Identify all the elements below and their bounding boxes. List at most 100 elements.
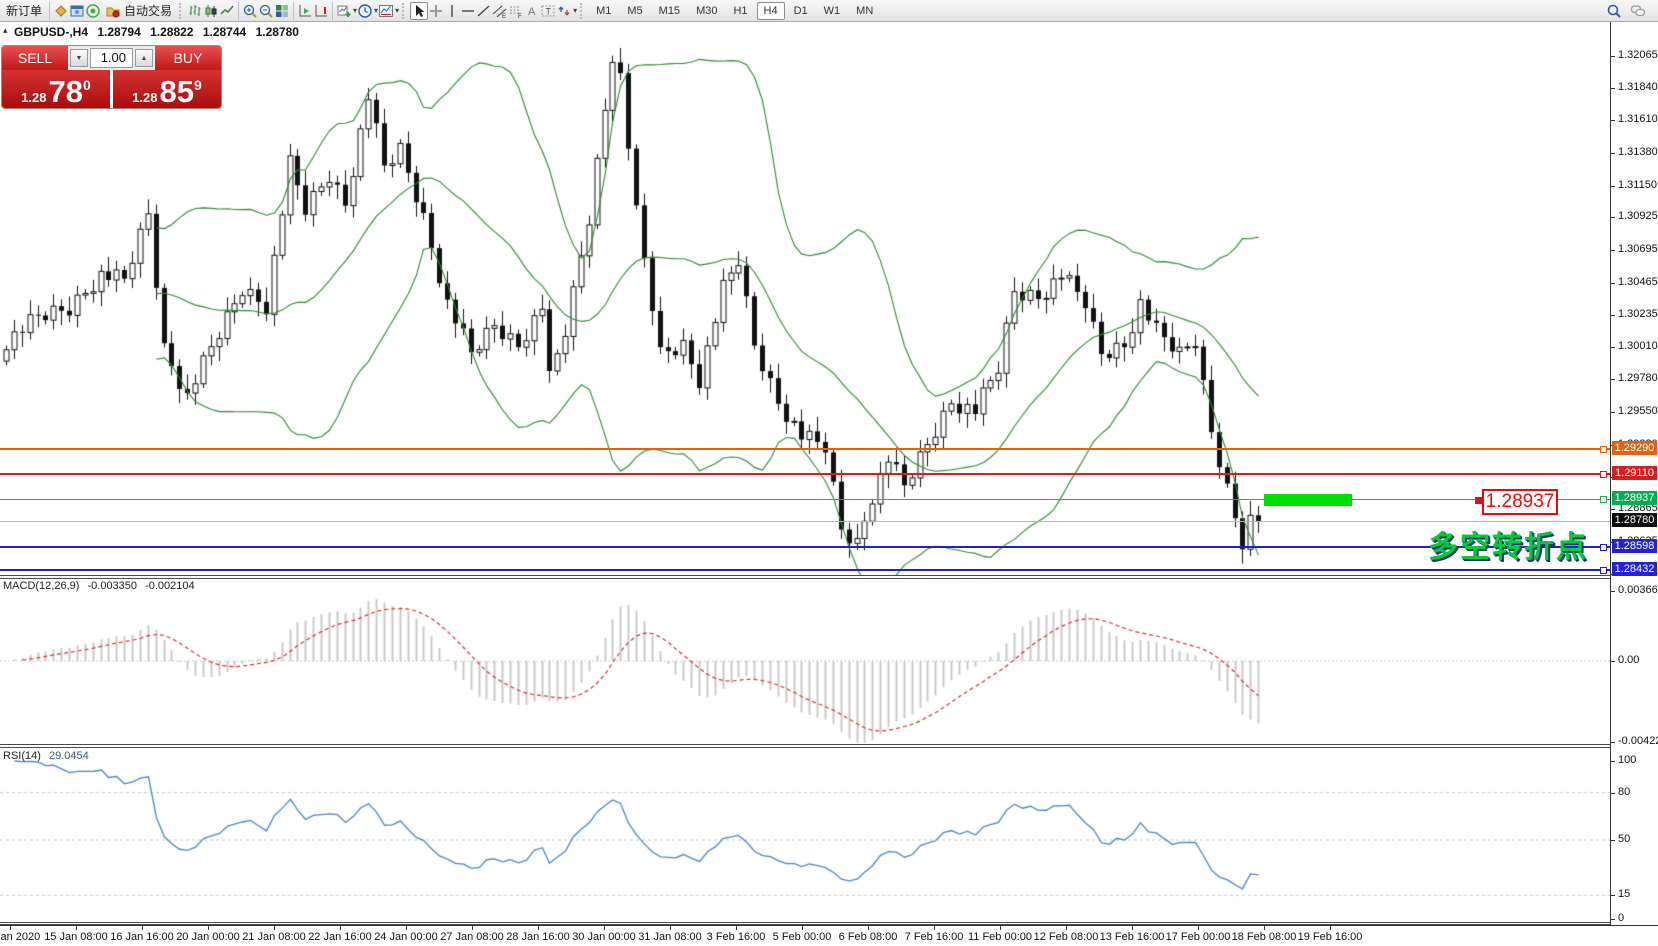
bookmark-icon[interactable] bbox=[53, 3, 69, 19]
new-order-button[interactable]: 新订单 bbox=[2, 2, 46, 20]
macd-name: MACD(12,26,9) bbox=[3, 580, 79, 592]
price-tick bbox=[1611, 379, 1615, 380]
horizontal-line-tool-icon[interactable] bbox=[460, 3, 476, 19]
arrows-tool-icon[interactable] bbox=[556, 3, 572, 19]
svg-text:E: E bbox=[502, 14, 506, 19]
text-tool-icon[interactable]: A bbox=[524, 3, 540, 19]
price-tick-label: 1.31610 bbox=[1618, 113, 1658, 125]
timeframe-button-h1[interactable]: H1 bbox=[726, 2, 754, 20]
green-highlight-rectangle[interactable] bbox=[1264, 494, 1352, 506]
signal-icon[interactable] bbox=[85, 3, 101, 19]
timeframe-button-mn[interactable]: MN bbox=[849, 2, 880, 20]
trade-panel-controls: SELL ▼ 1.00 ▲ BUY bbox=[2, 46, 221, 70]
price-chart-canvas[interactable] bbox=[0, 22, 1610, 575]
autotrading-label: 自动交易 bbox=[124, 2, 172, 19]
timeframe-group: M1M5M15M30H1H4D1W1MN bbox=[588, 2, 881, 20]
price-tick-label: 1.31840 bbox=[1618, 81, 1658, 93]
macd-pane-canvas[interactable] bbox=[0, 579, 1610, 744]
trendline-tool-icon[interactable] bbox=[476, 3, 492, 19]
rsi-pane-canvas[interactable] bbox=[0, 748, 1610, 923]
search-icon[interactable] bbox=[1606, 3, 1622, 19]
volume-stepper: ▼ 1.00 ▲ bbox=[68, 46, 155, 70]
price-tick-label: 1.30465 bbox=[1618, 276, 1658, 288]
high-value: 1.28822 bbox=[150, 25, 193, 39]
svg-text:A: A bbox=[528, 6, 536, 18]
line-handle-blue-support-1[interactable] bbox=[1600, 544, 1607, 551]
price-line-blue-support-2[interactable] bbox=[0, 569, 1610, 571]
toolbar-right-group bbox=[1606, 3, 1656, 19]
timeframe-button-w1[interactable]: W1 bbox=[817, 2, 848, 20]
bar-chart-type-icon[interactable] bbox=[187, 3, 203, 19]
svg-text:F: F bbox=[518, 14, 522, 19]
callout-anchor-handle[interactable] bbox=[1475, 497, 1482, 504]
price-line-green-pivot[interactable] bbox=[0, 499, 1610, 500]
timeframe-button-h4[interactable]: H4 bbox=[757, 2, 785, 20]
price-tick bbox=[1611, 153, 1615, 154]
line-handle-red-resistance[interactable] bbox=[1600, 471, 1607, 478]
cursor-icon[interactable] bbox=[410, 2, 428, 20]
price-tick-label: 1.30235 bbox=[1618, 308, 1658, 320]
fibonacci-tool-icon[interactable]: F bbox=[508, 3, 524, 19]
autotrading-button[interactable]: 自动交易 bbox=[101, 2, 176, 20]
pane-separator-macd[interactable] bbox=[0, 575, 1610, 579]
price-callout-box[interactable]: 1.28937 bbox=[1482, 489, 1558, 515]
volume-input[interactable]: 1.00 bbox=[90, 48, 133, 68]
line-handle-green-pivot[interactable] bbox=[1600, 496, 1607, 503]
time-axis[interactable]: 14 Jan 202015 Jan 08:0016 Jan 16:0020 Ja… bbox=[0, 925, 1658, 946]
one-click-collapse-arrow[interactable]: ▴ bbox=[3, 25, 8, 36]
new-order-label: 新订单 bbox=[6, 2, 42, 19]
timeframe-button-m15[interactable]: M15 bbox=[652, 2, 687, 20]
sell-price-small: 1.28 bbox=[21, 90, 46, 105]
buy-price-sup: 9 bbox=[194, 70, 202, 100]
auto-scroll-icon[interactable] bbox=[297, 3, 313, 19]
chart-shift-icon[interactable] bbox=[313, 3, 329, 19]
price-line-red-resistance[interactable] bbox=[0, 473, 1610, 475]
rsi-scale-tick bbox=[1611, 895, 1615, 896]
volume-increase-button[interactable]: ▲ bbox=[135, 49, 153, 67]
template-dropdown-arrow[interactable]: ▾ bbox=[395, 6, 399, 15]
timeframe-button-m30[interactable]: M30 bbox=[689, 2, 724, 20]
price-tick-label: 1.31380 bbox=[1618, 146, 1658, 158]
price-axis[interactable]: 1.320651.318401.316101.313801.311501.309… bbox=[1610, 22, 1658, 925]
text-label-tool-icon[interactable]: T bbox=[540, 3, 556, 19]
buy-price[interactable]: 1.28 85 9 bbox=[113, 70, 221, 108]
vertical-line-tool-icon[interactable] bbox=[444, 3, 460, 19]
zoom-in-icon[interactable] bbox=[242, 3, 258, 19]
price-tick-label: 1.30925 bbox=[1618, 210, 1658, 222]
volume-decrease-button[interactable]: ▼ bbox=[70, 49, 88, 67]
turning-point-text[interactable]: 多空转折点 bbox=[1428, 522, 1588, 566]
rsi-scale-label: 80 bbox=[1618, 786, 1630, 798]
market-watch-icon[interactable] bbox=[69, 3, 85, 19]
timeframe-button-m5[interactable]: M5 bbox=[620, 2, 649, 20]
timeframe-button-d1[interactable]: D1 bbox=[787, 2, 815, 20]
line-chart-type-icon[interactable] bbox=[219, 3, 235, 19]
sell-price[interactable]: 1.28 78 0 bbox=[2, 70, 110, 108]
price-line-bid[interactable] bbox=[0, 521, 1610, 522]
time-tick bbox=[934, 926, 935, 930]
zoom-out-icon[interactable] bbox=[258, 3, 274, 19]
arrows-dropdown-arrow[interactable]: ▾ bbox=[573, 6, 577, 15]
template-chart-icon[interactable] bbox=[378, 3, 394, 19]
line-handle-orange-resistance[interactable] bbox=[1600, 446, 1607, 453]
price-line-orange-resistance[interactable] bbox=[0, 448, 1610, 450]
time-tick bbox=[472, 926, 473, 930]
buy-button[interactable]: BUY bbox=[155, 46, 221, 70]
candlestick-type-icon[interactable] bbox=[203, 3, 219, 19]
line-handle-blue-support-2[interactable] bbox=[1600, 567, 1607, 574]
rsi-scale-label: 50 bbox=[1618, 833, 1630, 845]
autotrading-folder-icon bbox=[105, 3, 121, 19]
profiles-clock-icon[interactable] bbox=[357, 3, 373, 19]
new-chart-icon[interactable] bbox=[336, 3, 352, 19]
pane-separator-rsi[interactable] bbox=[0, 744, 1610, 748]
sell-button[interactable]: SELL bbox=[2, 46, 68, 70]
tile-windows-icon[interactable] bbox=[274, 3, 290, 19]
toolbar-separator bbox=[238, 2, 239, 20]
price-tick-label: 1.29550 bbox=[1618, 405, 1658, 417]
chat-icon[interactable] bbox=[1630, 3, 1646, 19]
price-line-blue-support-1[interactable] bbox=[0, 546, 1610, 548]
price-tick-label: 1.31150 bbox=[1618, 179, 1657, 191]
crosshair-icon[interactable] bbox=[428, 3, 444, 19]
channel-tool-icon[interactable]: E bbox=[492, 3, 508, 19]
timeframe-button-m1[interactable]: M1 bbox=[589, 2, 618, 20]
open-value: 1.28794 bbox=[97, 25, 140, 39]
